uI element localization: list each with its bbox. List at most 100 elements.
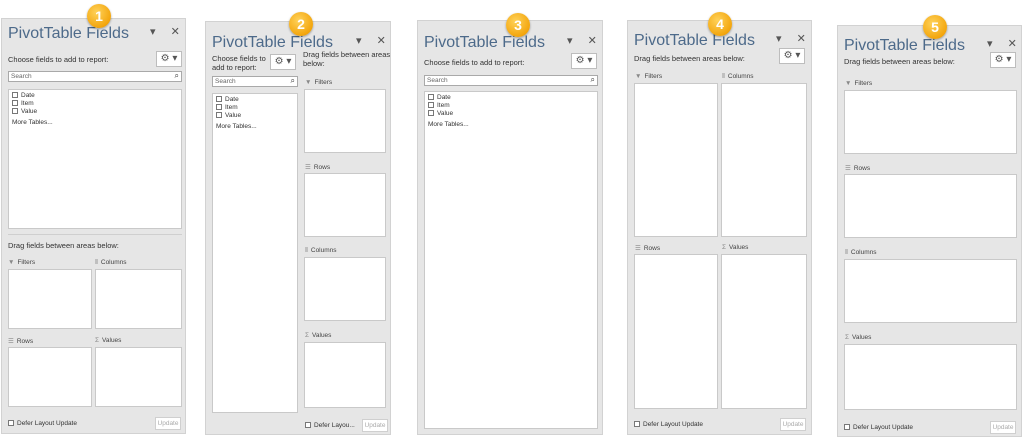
defer-layout-checkbox[interactable]: Defer Layout Update bbox=[634, 421, 703, 428]
update-button[interactable]: Update bbox=[990, 421, 1016, 434]
search-icon[interactable]: ⌕ bbox=[591, 75, 595, 84]
checkbox[interactable] bbox=[428, 94, 434, 101]
more-tables-link[interactable]: More Tables... bbox=[9, 119, 181, 126]
checkbox[interactable] bbox=[305, 422, 311, 429]
field-label: Item bbox=[437, 102, 450, 109]
step-badge: 1 bbox=[87, 4, 111, 28]
pivot-panel-1: PivotTable Fields 1 ▾ ✕ Choose fields to… bbox=[1, 4, 186, 434]
close-icon[interactable]: ✕ bbox=[1008, 37, 1017, 50]
update-button[interactable]: Update bbox=[780, 418, 806, 431]
close-icon[interactable]: ✕ bbox=[171, 25, 180, 38]
close-icon[interactable]: ✕ bbox=[797, 32, 806, 45]
columns-label: ⦀ Columns bbox=[722, 73, 754, 81]
checkbox[interactable] bbox=[428, 110, 434, 117]
rows-area[interactable] bbox=[304, 173, 386, 237]
search-icon[interactable]: ⌕ bbox=[291, 76, 295, 85]
field-item-value[interactable]: Value bbox=[425, 110, 597, 118]
panel-title: PivotTable Fields bbox=[8, 25, 129, 42]
defer-layout-checkbox[interactable]: Defer Layout Update bbox=[844, 424, 913, 431]
checkbox[interactable] bbox=[216, 104, 222, 111]
columns-label: ⦀ Columns bbox=[95, 259, 127, 267]
field-list: Date Item Value More Tables... bbox=[212, 93, 298, 413]
defer-layout-checkbox[interactable]: Defer Layout Update bbox=[8, 420, 77, 427]
checkbox[interactable] bbox=[12, 108, 18, 115]
gear-icon[interactable]: ⚙ ▾ bbox=[990, 52, 1016, 68]
choose-line-1: Choose fields to bbox=[212, 54, 266, 63]
checkbox[interactable] bbox=[844, 424, 850, 431]
defer-label: Defer Layout Update bbox=[853, 424, 913, 431]
values-area[interactable] bbox=[304, 342, 386, 408]
choose-fields-label: Choose fields to add to report: bbox=[424, 58, 525, 67]
close-icon[interactable]: ✕ bbox=[377, 34, 386, 47]
filters-area[interactable] bbox=[304, 89, 386, 153]
update-button[interactable]: Update bbox=[155, 417, 181, 430]
field-item-item[interactable]: Item bbox=[425, 102, 597, 110]
pivot-panel-5: PivotTable Fields 5 ▾ ✕ Drag fields betw… bbox=[837, 15, 1022, 437]
area-label-text: Columns bbox=[100, 259, 127, 266]
dropdown-icon[interactable]: ▾ bbox=[987, 37, 993, 50]
search-input[interactable]: Search ⌕ bbox=[212, 76, 298, 87]
checkbox[interactable] bbox=[12, 92, 18, 99]
gear-icon[interactable]: ⚙ ▾ bbox=[270, 54, 296, 70]
values-area[interactable] bbox=[95, 347, 182, 407]
field-label: Value bbox=[437, 110, 454, 117]
values-area[interactable] bbox=[844, 344, 1017, 410]
dropdown-icon[interactable]: ▾ bbox=[356, 34, 362, 47]
choose-line-2: add to report: bbox=[212, 63, 257, 72]
field-item-item[interactable]: Item bbox=[213, 104, 297, 112]
columns-area[interactable] bbox=[844, 259, 1017, 323]
gear-icon[interactable]: ⚙ ▾ bbox=[571, 53, 597, 69]
step-badge: 5 bbox=[923, 15, 947, 39]
dropdown-icon[interactable]: ▾ bbox=[567, 34, 573, 47]
update-button[interactable]: Update bbox=[362, 419, 388, 432]
filter-icon: ▼ bbox=[845, 80, 852, 87]
columns-label: ⦀ Columns bbox=[305, 247, 337, 255]
search-input[interactable]: Search ⌕ bbox=[424, 75, 598, 86]
panel-title: PivotTable Fields bbox=[634, 32, 755, 49]
rows-label: ☰ Rows bbox=[845, 164, 870, 172]
checkbox[interactable] bbox=[216, 96, 222, 103]
gear-icon[interactable]: ⚙ ▾ bbox=[156, 51, 182, 67]
checkbox[interactable] bbox=[8, 420, 14, 427]
field-label: Item bbox=[21, 100, 34, 107]
rows-icon: ☰ bbox=[8, 338, 14, 345]
area-label-text: Filters bbox=[644, 73, 663, 80]
field-label: Value bbox=[225, 112, 242, 119]
splitter[interactable] bbox=[8, 234, 182, 235]
filters-area[interactable] bbox=[8, 269, 92, 329]
values-label: Σ Values bbox=[722, 244, 748, 251]
more-tables-link[interactable]: More Tables... bbox=[213, 123, 297, 130]
more-tables-link[interactable]: More Tables... bbox=[425, 121, 597, 128]
rows-area[interactable] bbox=[844, 174, 1017, 238]
search-icon[interactable]: ⌕ bbox=[175, 71, 179, 80]
checkbox[interactable] bbox=[12, 100, 18, 107]
rows-area[interactable] bbox=[8, 347, 92, 407]
checkbox[interactable] bbox=[216, 112, 222, 119]
columns-area[interactable] bbox=[304, 257, 386, 321]
close-icon[interactable]: ✕ bbox=[588, 34, 597, 47]
field-item-value[interactable]: Value bbox=[213, 112, 297, 120]
field-item-value[interactable]: Value bbox=[9, 108, 181, 116]
filter-icon: ▼ bbox=[305, 79, 312, 86]
field-item-date[interactable]: Date bbox=[213, 96, 297, 104]
filters-area[interactable] bbox=[844, 90, 1017, 154]
rows-icon: ☰ bbox=[635, 245, 641, 252]
search-input[interactable]: Search ⌕ bbox=[8, 71, 182, 82]
area-label-text: Columns bbox=[727, 73, 754, 80]
filters-area[interactable] bbox=[634, 83, 718, 237]
header-buttons: ▾ ✕ bbox=[555, 34, 597, 47]
columns-area[interactable] bbox=[95, 269, 182, 329]
field-item-item[interactable]: Item bbox=[9, 100, 181, 108]
defer-layout-checkbox[interactable]: Defer Layou... bbox=[305, 422, 355, 429]
dropdown-icon[interactable]: ▾ bbox=[776, 32, 782, 45]
checkbox[interactable] bbox=[634, 421, 640, 428]
rows-area[interactable] bbox=[634, 254, 718, 409]
field-item-date[interactable]: Date bbox=[425, 94, 597, 102]
columns-area[interactable] bbox=[721, 83, 807, 237]
checkbox[interactable] bbox=[428, 102, 434, 109]
dropdown-icon[interactable]: ▾ bbox=[150, 25, 156, 38]
gear-icon[interactable]: ⚙ ▾ bbox=[779, 48, 805, 64]
filters-label: ▼ Filters bbox=[845, 80, 872, 87]
field-item-date[interactable]: Date bbox=[9, 92, 181, 100]
values-area[interactable] bbox=[721, 254, 807, 409]
